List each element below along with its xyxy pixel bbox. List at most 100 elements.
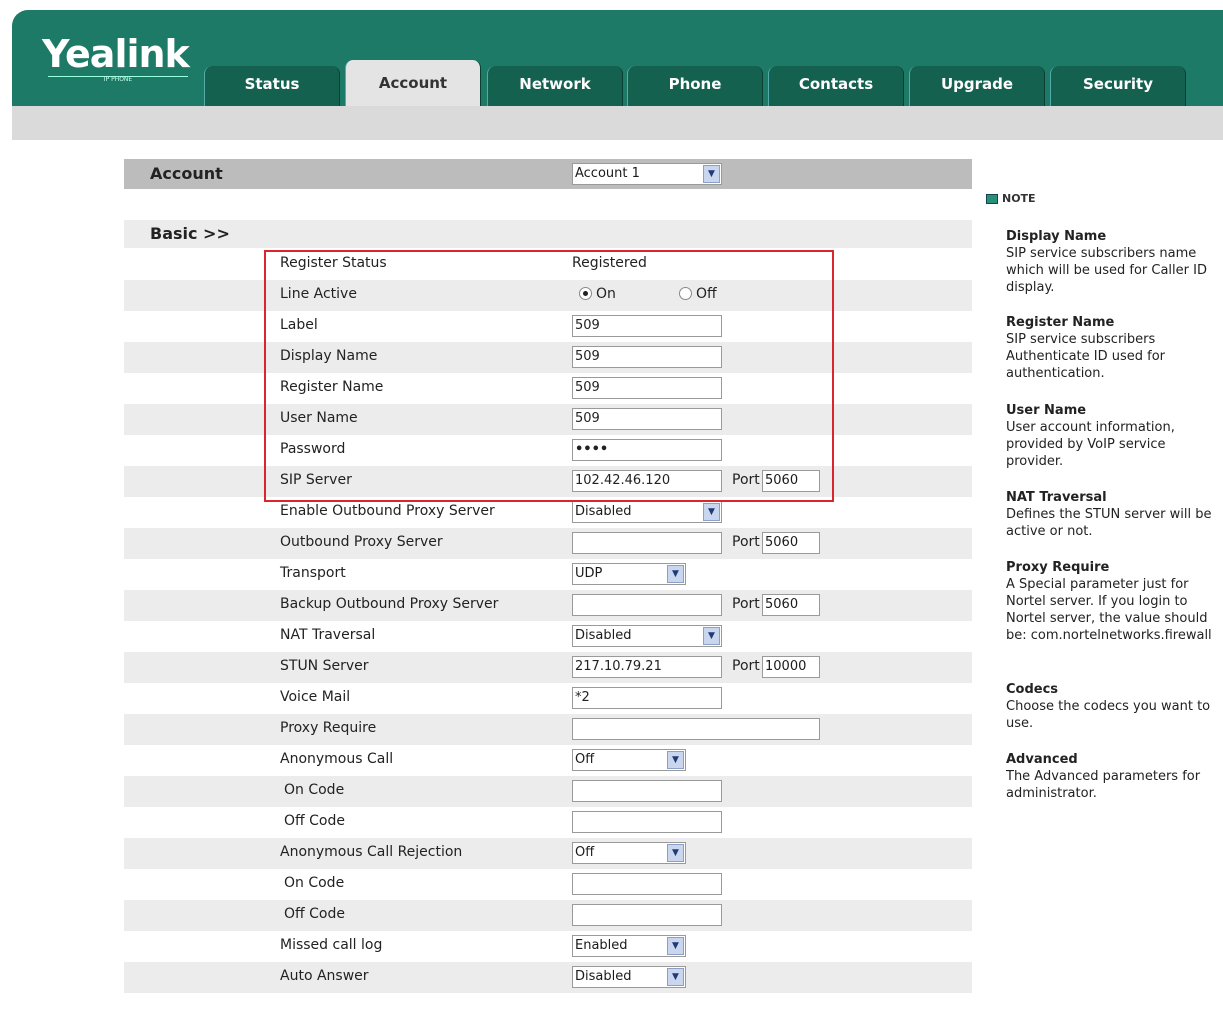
field-label: STUN Server <box>280 658 369 674</box>
row-anonymous-call: Anonymous Call Off ▼ <box>124 745 972 776</box>
line-active-off-radio[interactable] <box>679 287 692 300</box>
voice-mail-input[interactable]: *2 <box>572 687 722 709</box>
logo-tagline: IP PHONE <box>48 76 188 83</box>
row-anon-on-code: On Code <box>124 776 972 807</box>
note-text: SIP service subscribers name which will … <box>1006 246 1207 295</box>
note-text: Defines the STUN server will be active o… <box>1006 507 1212 539</box>
tab-phone[interactable]: Phone <box>627 66 763 106</box>
field-label: Auto Answer <box>280 968 369 984</box>
row-stun-server: STUN Server 217.10.79.21 Port 10000 <box>124 652 972 683</box>
chevron-down-icon[interactable]: ▼ <box>667 565 684 583</box>
row-label: Label 509 <box>124 311 972 342</box>
field-label: Register Name <box>280 379 384 395</box>
anon-rejection-select[interactable]: Off ▼ <box>572 842 686 864</box>
field-label: User Name <box>280 410 358 426</box>
note-heading: Display Name <box>1006 229 1107 244</box>
enable-outbound-select[interactable]: Disabled ▼ <box>572 501 722 523</box>
note-item: NAT Traversal Defines the STUN server wi… <box>1006 489 1220 540</box>
field-label: Backup Outbound Proxy Server <box>280 596 499 612</box>
outbound-port-input[interactable]: 5060 <box>762 532 820 554</box>
field-label: Register Status <box>280 255 387 271</box>
transport-select[interactable]: UDP ▼ <box>572 563 686 585</box>
chevron-down-icon[interactable]: ▼ <box>667 968 684 986</box>
note-icon <box>986 194 998 204</box>
select-value: Disabled <box>575 628 632 643</box>
outbound-proxy-input[interactable] <box>572 532 722 554</box>
tab-status[interactable]: Status <box>204 66 340 106</box>
select-value: Off <box>575 752 595 767</box>
row-outbound-proxy: Outbound Proxy Server Port 5060 <box>124 528 972 559</box>
row-backup-outbound: Backup Outbound Proxy Server Port 5060 <box>124 590 972 621</box>
chevron-down-icon[interactable]: ▼ <box>667 751 684 769</box>
field-label: Label <box>280 317 318 333</box>
note-text: A Special parameter just for Nortel serv… <box>1006 577 1212 643</box>
missed-call-log-select[interactable]: Enabled ▼ <box>572 935 686 957</box>
field-label: On Code <box>284 875 345 891</box>
note-item: User Name User account information, prov… <box>1006 402 1220 470</box>
anon-on-code-input[interactable] <box>572 780 722 802</box>
account-section-header: Account Account 1 ▼ <box>124 159 972 189</box>
backup-port-input[interactable]: 5060 <box>762 594 820 616</box>
account-select-value: Account 1 <box>575 166 640 181</box>
tab-upgrade[interactable]: Upgrade <box>909 66 1045 106</box>
note-text: Choose the codecs you want to use. <box>1006 699 1211 731</box>
row-enable-outbound: Enable Outbound Proxy Server Disabled ▼ <box>124 497 972 528</box>
account-title: Account <box>150 164 223 183</box>
tab-network[interactable]: Network <box>487 66 623 106</box>
select-value: UDP <box>575 566 603 581</box>
tab-security[interactable]: Security <box>1050 66 1186 106</box>
basic-title[interactable]: Basic >> <box>150 224 230 243</box>
auto-answer-select[interactable]: Disabled ▼ <box>572 966 686 988</box>
chevron-down-icon[interactable]: ▼ <box>703 165 720 183</box>
note-text: The Advanced parameters for administrato… <box>1006 769 1201 801</box>
account-select[interactable]: Account 1 ▼ <box>572 163 722 185</box>
chevron-down-icon[interactable]: ▼ <box>667 937 684 955</box>
select-value: Enabled <box>575 938 628 953</box>
rej-on-code-input[interactable] <box>572 873 722 895</box>
backup-outbound-input[interactable] <box>572 594 722 616</box>
stun-server-input[interactable]: 217.10.79.21 <box>572 656 722 678</box>
note-heading: User Name <box>1006 403 1087 418</box>
field-label: Line Active <box>280 286 357 302</box>
display-name-input[interactable]: 509 <box>572 346 722 368</box>
label-input[interactable]: 509 <box>572 315 722 337</box>
note-item: Advanced The Advanced parameters for adm… <box>1006 751 1220 802</box>
chevron-down-icon[interactable]: ▼ <box>703 503 720 521</box>
line-active-on-radio[interactable] <box>579 287 592 300</box>
tab-account[interactable]: Account <box>345 60 481 106</box>
note-heading: Advanced <box>1006 752 1078 767</box>
stun-port-input[interactable]: 10000 <box>762 656 820 678</box>
radio-label-off: Off <box>696 286 717 302</box>
password-input[interactable]: •••• <box>572 439 722 461</box>
row-password: Password •••• <box>124 435 972 466</box>
field-label: Transport <box>280 565 346 581</box>
anon-off-code-input[interactable] <box>572 811 722 833</box>
user-name-input[interactable]: 509 <box>572 408 722 430</box>
note-heading: Codecs <box>1006 682 1059 697</box>
row-display-name: Display Name 509 <box>124 342 972 373</box>
row-rej-on-code: On Code <box>124 869 972 900</box>
anonymous-call-select[interactable]: Off ▼ <box>572 749 686 771</box>
sip-server-input[interactable]: 102.42.46.120 <box>572 470 722 492</box>
sip-port-input[interactable]: 5060 <box>762 470 820 492</box>
tab-contacts[interactable]: Contacts <box>768 66 904 106</box>
row-user-name: User Name 509 <box>124 404 972 435</box>
chevron-down-icon[interactable]: ▼ <box>667 844 684 862</box>
field-label: Missed call log <box>280 937 383 953</box>
rej-off-code-input[interactable] <box>572 904 722 926</box>
row-auto-answer: Auto Answer Disabled ▼ <box>124 962 972 993</box>
proxy-require-input[interactable] <box>572 718 820 740</box>
field-label: Off Code <box>284 813 345 829</box>
row-anon-off-code: Off Code <box>124 807 972 838</box>
note-text: SIP service subscribers Authenticate ID … <box>1006 332 1166 381</box>
chevron-down-icon[interactable]: ▼ <box>703 627 720 645</box>
note-item: Display Name SIP service subscribers nam… <box>1006 228 1220 296</box>
note-heading: Register Name <box>1006 315 1115 330</box>
field-label: Enable Outbound Proxy Server <box>280 503 495 519</box>
select-value: Disabled <box>575 969 632 984</box>
note-heading: NAT Traversal <box>1006 490 1107 505</box>
nat-traversal-select[interactable]: Disabled ▼ <box>572 625 722 647</box>
row-line-active: Line Active On Off <box>124 280 972 311</box>
row-proxy-require: Proxy Require <box>124 714 972 745</box>
register-name-input[interactable]: 509 <box>572 377 722 399</box>
